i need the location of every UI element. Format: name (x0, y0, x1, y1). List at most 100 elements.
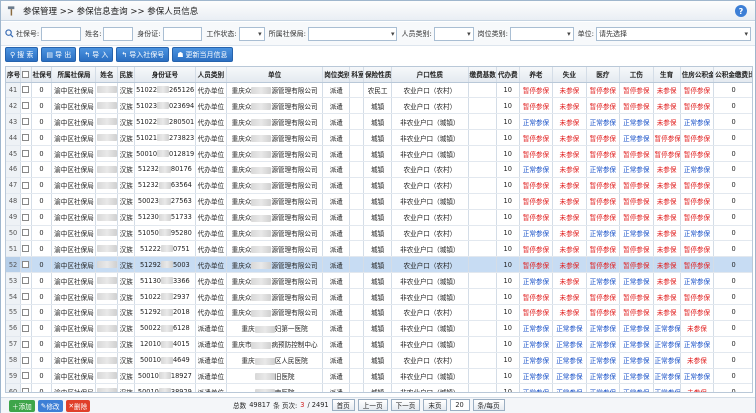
table-row[interactable]: 41 0 渝中区社保局 汉族 51022 265126 代办单位 重庆众 源管理有限公司 派遣 农民… (6, 82, 752, 99)
table-row[interactable]: 51 0 渝中区社保局 汉族 51222 0751 代办单位 重庆众 源管理有限公司 派遣 城镇 非农… (6, 240, 752, 258)
table-row[interactable]: 44 0 渝中区社保局 汉族 51021 273823 代办单位 重庆众 源管理有限公司 派遣 城镇… (6, 129, 752, 147)
row-checkbox[interactable] (22, 308, 30, 316)
table-row[interactable]: 48 0 渝中区社保局 汉族 50023 27563 代办单位 重庆众 源管理有限公司 派遣 城镇非… (6, 193, 752, 210)
table-row[interactable]: 56 0 渝中区社保局 汉族 50022 6128 派遣单位 重庆 妇第一医院 派遣 城镇 非农业户口… (6, 320, 752, 337)
row-checkbox-cell[interactable] (20, 352, 32, 369)
row-checkbox[interactable] (22, 340, 30, 348)
col-header[interactable]: 户口性质 (391, 67, 469, 83)
add-button[interactable]: ＋ 添加 (9, 399, 35, 412)
row-checkbox[interactable] (22, 213, 30, 221)
row-checkbox-cell[interactable] (20, 288, 32, 305)
row-checkbox-cell[interactable] (20, 82, 32, 99)
col-header[interactable]: 公积金缴费比 (713, 67, 752, 83)
row-checkbox-cell[interactable] (20, 240, 32, 258)
page-size-button[interactable]: 条/每页 (472, 399, 505, 411)
row-checkbox-cell[interactable] (20, 161, 32, 178)
row-checkbox[interactable] (22, 277, 30, 285)
col-header[interactable]: 民族 (117, 67, 136, 83)
row-checkbox[interactable] (22, 229, 30, 237)
delete-button[interactable]: ✕ 删除 (65, 399, 91, 412)
page-size-input[interactable]: 20 (449, 399, 470, 411)
id-input[interactable] (162, 26, 203, 41)
table-row[interactable]: 45 0 渝中区社保局 汉族 50010 012819 代办单位 重庆众 源管理有限公司 派遣 城镇… (6, 145, 752, 162)
table-row[interactable]: 54 0 渝中区社保局 汉族 51022 2937 代办单位 重庆众 源管理有限公司 派遣 城镇 非农… (6, 288, 752, 305)
row-checkbox[interactable] (22, 150, 30, 157)
belong-ss-select[interactable] (308, 26, 398, 41)
table-row[interactable]: 52 0 渝中区社保局 汉族 51292 5003 代办单位 重庆众 源管理有限公司 派遣 城镇 农业… (6, 256, 752, 274)
row-checkbox-cell[interactable] (20, 225, 32, 242)
row-checkbox[interactable] (22, 181, 30, 189)
table-row[interactable]: 58 0 渝中区社保局 汉族 50010 4649 派遣单位 重庆 区人民医院 派遣 城镇 农业户口（… (6, 352, 752, 369)
row-checkbox[interactable] (22, 102, 30, 110)
row-checkbox-cell[interactable] (20, 177, 32, 194)
row-checkbox-cell[interactable] (20, 256, 32, 274)
row-checkbox[interactable] (22, 372, 30, 380)
row-checkbox-cell[interactable] (20, 320, 32, 337)
person-type-select[interactable] (433, 26, 474, 41)
col-header[interactable]: 所属社保局 (51, 67, 97, 83)
table-row[interactable]: 42 0 渝中区社保局 汉族 51023 023694 代办单位 重庆众 源管理有限公司 派遣 城镇… (6, 97, 752, 115)
table-row[interactable]: 49 0 渝中区社保局 汉族 51230 51733 代办单位 重庆众 源管理有限公司 派遣 城镇农… (6, 209, 752, 226)
col-header[interactable]: 养老 (519, 67, 554, 83)
search-button[interactable]: ⚲ 搜 索 (5, 47, 39, 62)
col-header[interactable]: 医疗 (586, 67, 621, 83)
row-checkbox-cell[interactable] (20, 209, 32, 226)
row-checkbox[interactable] (22, 134, 30, 142)
table-row[interactable]: 57 0 渝中区社保局 汉族 12010 4015 派遣单位 重庆市 病预防控制中心 派遣 城镇 非农… (6, 336, 752, 353)
col-header[interactable]: 住房公积金 (680, 67, 715, 83)
col-header-checkbox[interactable] (20, 67, 32, 83)
row-checkbox-cell[interactable] (20, 145, 32, 162)
table-row[interactable]: 43 0 渝中区社保局 汉族 51022 280501 代办单位 重庆众 源管理有限公司 派遣 城镇… (6, 113, 752, 131)
row-checkbox[interactable] (22, 165, 30, 173)
help-icon[interactable]: ? (735, 5, 747, 17)
col-header[interactable]: 岗位类别 (322, 67, 351, 83)
import-ss-button[interactable]: ↰ 导入社保号 (116, 47, 170, 62)
row-checkbox[interactable] (22, 388, 30, 392)
col-header[interactable]: 人员类别 (195, 67, 228, 83)
col-header[interactable]: 身份证号 (134, 67, 196, 83)
name-input[interactable] (103, 26, 134, 41)
row-checkbox-cell[interactable] (20, 336, 32, 353)
row-checkbox[interactable] (22, 197, 30, 205)
row-checkbox[interactable] (22, 118, 30, 126)
row-checkbox-cell[interactable] (20, 304, 32, 321)
table-row[interactable]: 50 0 渝中区社保局 汉族 51050 95280 代办单位 重庆众 源管理有限公司 派遣 城镇农… (6, 225, 752, 242)
col-header[interactable]: 工伤 (619, 67, 654, 83)
row-checkbox-cell[interactable] (20, 272, 32, 290)
row-checkbox[interactable] (22, 324, 30, 332)
col-header[interactable]: 姓名 (95, 67, 119, 83)
col-header[interactable]: 保险性质 (363, 67, 393, 83)
col-header[interactable]: 缴费基数 (468, 67, 497, 83)
row-checkbox-cell[interactable] (20, 97, 32, 115)
ss-no-input[interactable] (41, 26, 82, 41)
row-checkbox[interactable] (22, 245, 30, 253)
col-header[interactable]: 科室 (349, 67, 364, 83)
unit-select[interactable]: 请先选择 (595, 26, 752, 41)
edit-button[interactable]: ✎ 修改 (37, 399, 63, 412)
col-header[interactable]: 失业 (552, 67, 587, 83)
prev-page-button[interactable]: 上一页 (357, 399, 388, 411)
last-page-button[interactable]: 末页 (423, 399, 447, 411)
row-checkbox-cell[interactable] (20, 113, 32, 131)
select-all-checkbox[interactable] (22, 70, 30, 78)
col-header[interactable]: 单位 (226, 67, 324, 83)
col-header[interactable]: 生育 (653, 67, 681, 83)
update-month-button[interactable]: ☗ 更新当月信息 (172, 47, 233, 62)
row-checkbox[interactable] (22, 356, 30, 364)
table-row[interactable]: 53 0 渝中区社保局 汉族 51130 3366 代办单位 重庆众 源管理有限公司 派遣 城镇 非农… (6, 272, 752, 290)
row-checkbox-cell[interactable] (20, 383, 32, 392)
table-row[interactable]: 55 0 渝中区社保局 汉族 51292 2018 代办单位 重庆众 源管理有限公司 派遣 城镇 农业… (6, 304, 752, 321)
col-header[interactable]: 社保号 (31, 67, 53, 83)
row-checkbox[interactable] (22, 293, 30, 301)
col-header[interactable]: 序号 (6, 67, 22, 83)
col-header[interactable]: 代办费 (496, 67, 520, 83)
row-checkbox[interactable] (22, 261, 30, 269)
table-row[interactable]: 60 0 渝中区社保局 汉族 50010 38929 派遣单位 南医院 派遣 城镇 非农业户口（城镇… (6, 383, 752, 392)
import-button[interactable]: ↰ 导 入 (79, 47, 114, 62)
next-page-button[interactable]: 下一页 (390, 399, 421, 411)
post-type-select[interactable] (509, 26, 574, 41)
work-status-select[interactable] (238, 26, 265, 41)
row-checkbox-cell[interactable] (20, 129, 32, 147)
row-checkbox-cell[interactable] (20, 193, 32, 210)
table-row[interactable]: 59 0 渝中区社保局 汉族 50010 18927 派遣单位 旧医院 派遣 城镇 非农业户口（城镇… (6, 368, 752, 385)
